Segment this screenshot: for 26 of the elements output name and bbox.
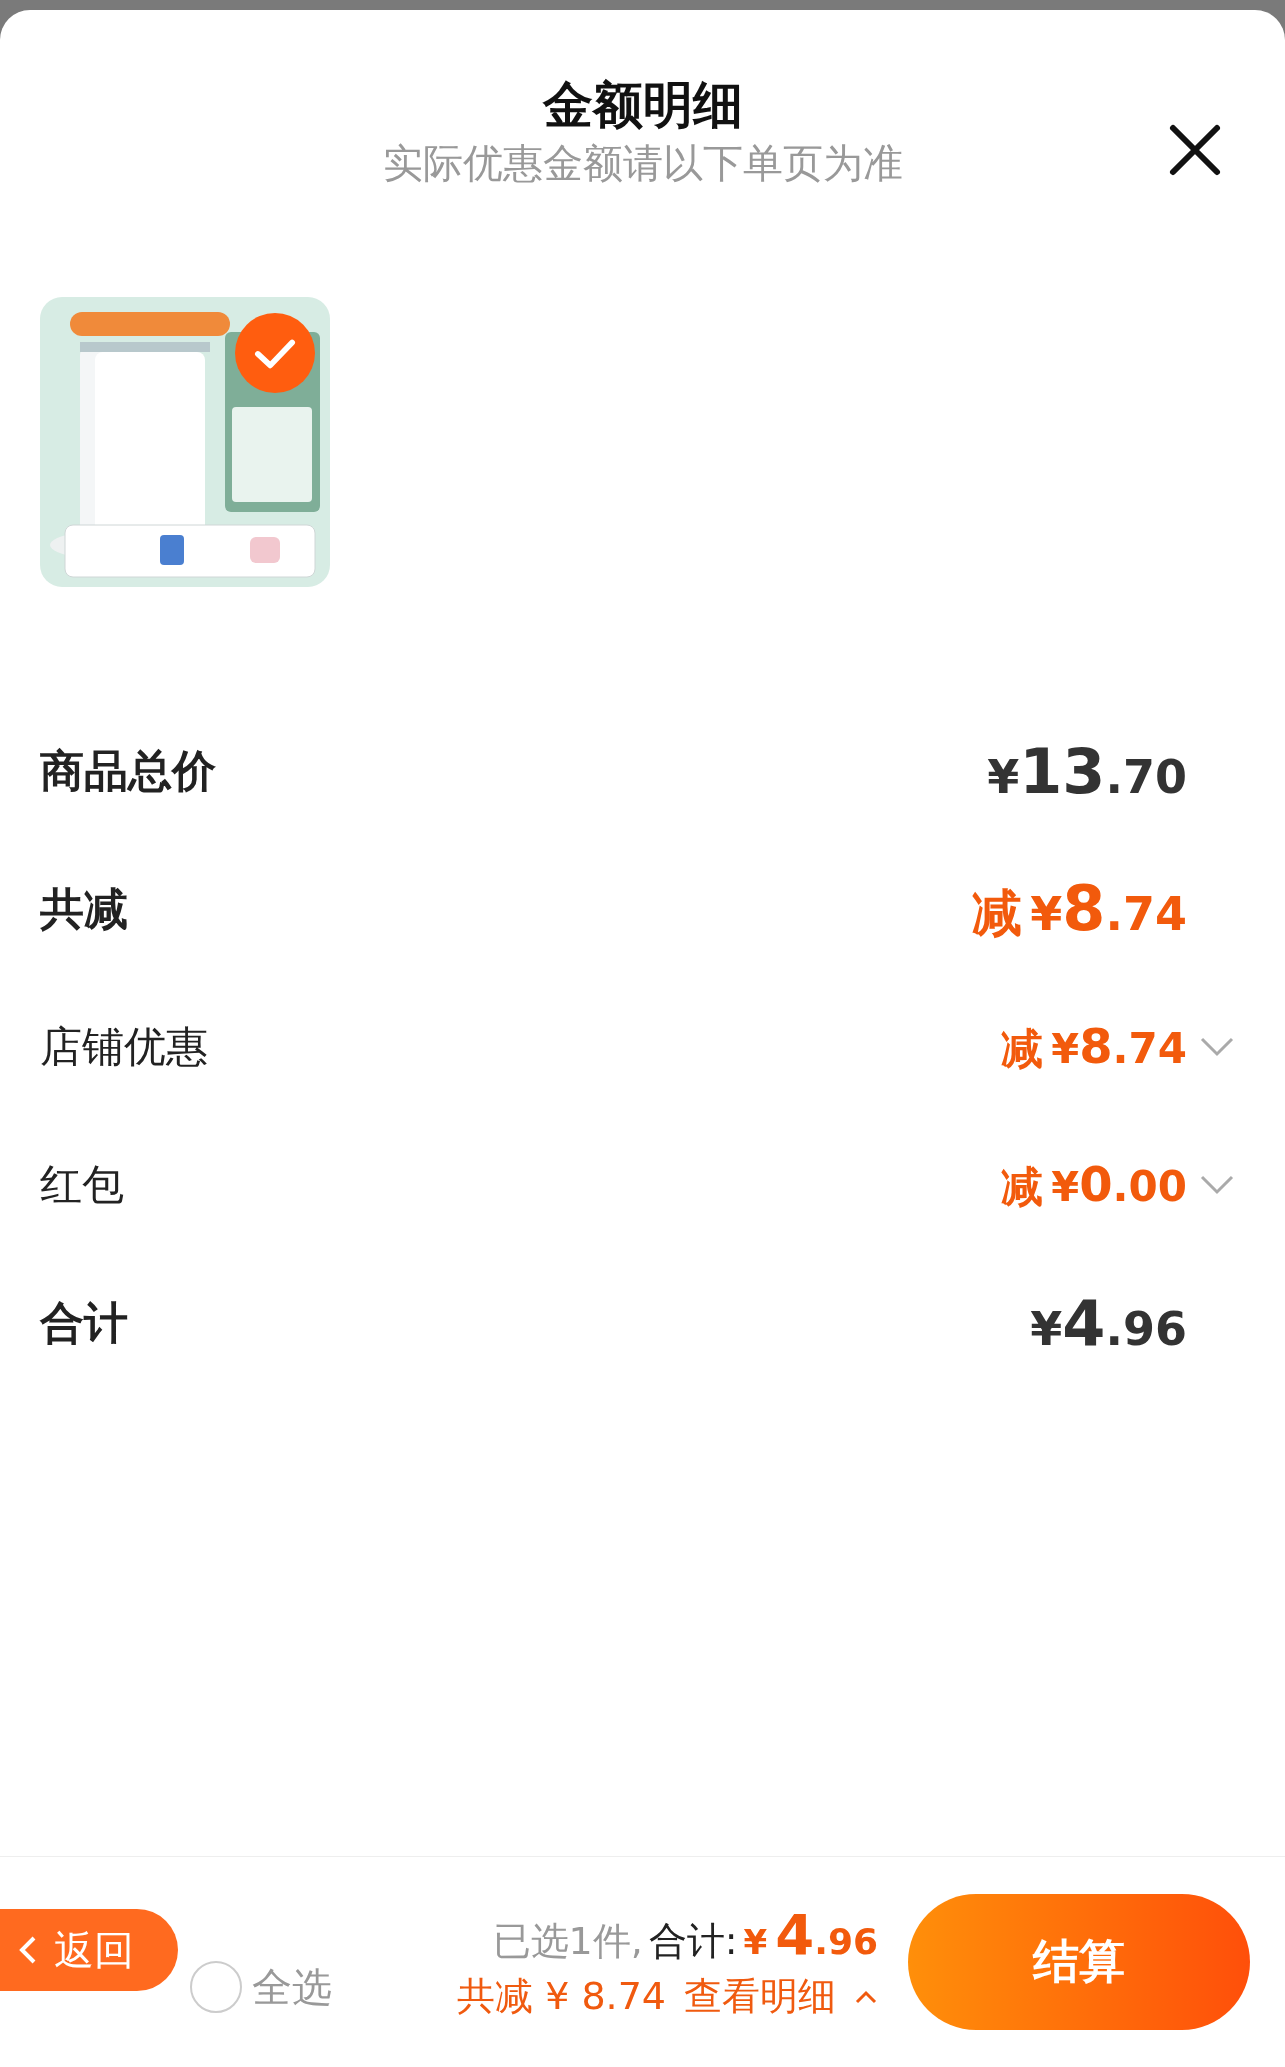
total-label: 合计: — [648, 1918, 738, 1965]
select-all-label[interactable]: 全选 — [252, 1959, 332, 2015]
caret-icon[interactable] — [854, 1988, 878, 2005]
row-label: 合计 — [40, 1295, 129, 1350]
amount-text: ¥4.96 — [1030, 1286, 1187, 1360]
sheet-subtitle: 实际优惠金额请以下单页为准 — [382, 139, 903, 187]
row-label: 店铺优惠 — [40, 1021, 209, 1073]
discount-summary: 共减 ¥ 8.74 — [457, 1973, 666, 2020]
row-label: 商品总价 — [40, 743, 217, 798]
checkout-button[interactable]: 结算 — [908, 1894, 1250, 2030]
chevron-icon[interactable] — [1199, 1035, 1235, 1059]
amount-text: 减 ¥8.74 — [1001, 1017, 1187, 1076]
row-label: 共减 — [40, 881, 129, 936]
chevron-icon[interactable] — [1199, 1173, 1235, 1197]
back-button[interactable]: 返回 — [0, 1909, 178, 1991]
row-label: 红包 — [40, 1159, 125, 1211]
amount-text: 减 ¥0.00 — [1001, 1155, 1187, 1214]
amount-text: ¥13.70 — [987, 734, 1187, 808]
radio-button[interactable] — [190, 1961, 242, 2013]
details-link[interactable]: 查看明细 — [684, 1971, 836, 2022]
total-price: ¥4.96 — [743, 1902, 878, 1967]
selected-count: 已选1件, — [492, 1918, 643, 1965]
checkmark-icon[interactable] — [235, 313, 315, 393]
back-icon — [18, 1935, 38, 1965]
sheet-title: 金额明细 — [542, 75, 743, 135]
amount-text: 减¥8.74 — [972, 871, 1187, 947]
